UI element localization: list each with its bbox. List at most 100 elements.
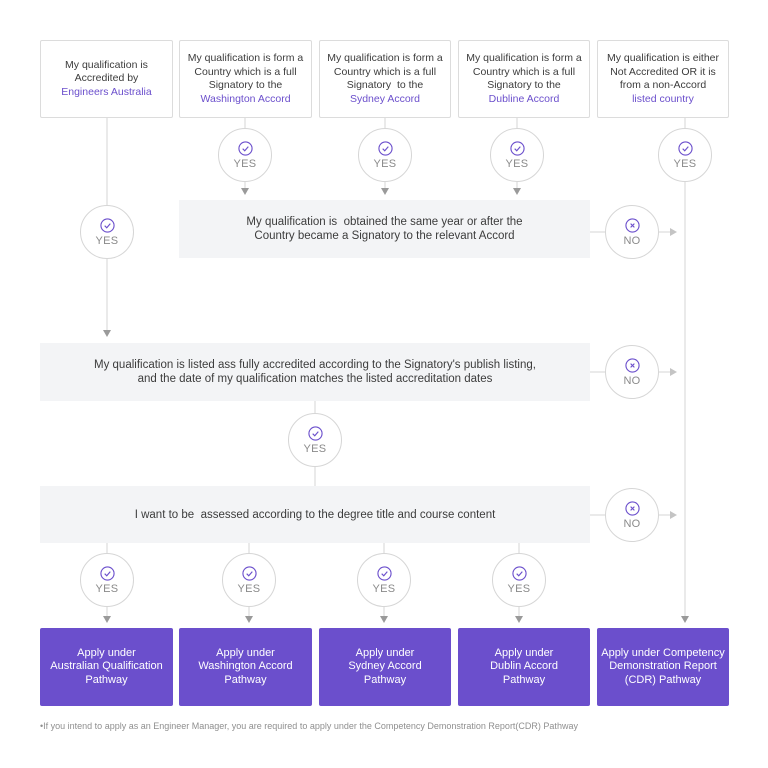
check-circle-icon: [377, 140, 393, 156]
yes-label: YES: [303, 442, 327, 455]
check-circle-icon: [677, 140, 693, 156]
start-box-highlight: Sydney Accord: [349, 92, 421, 105]
outcome-text: Washington Accord: [198, 660, 293, 673]
yes-node: YES: [80, 553, 134, 607]
start-box-highlight: listed country: [632, 92, 694, 105]
arrow-right-icon: [670, 228, 677, 236]
start-box-text: from a non-Accord: [619, 79, 707, 91]
outcome-text: Dublin Accord: [490, 660, 558, 673]
question-box-accredited-listing: My qualification is listed ass fully acc…: [40, 343, 590, 401]
start-box-text: Accredited by: [74, 72, 139, 85]
start-box-non-accord: My qualification is either Not Accredite…: [597, 40, 729, 118]
x-circle-icon: [624, 500, 640, 516]
question-text: My qualification is obtained the same ye…: [246, 216, 523, 228]
start-box-sydney-accord: My qualification is form a Country which…: [319, 40, 451, 118]
arrow-down-icon: [381, 188, 389, 195]
start-box-text: My qualification is form a: [187, 52, 304, 64]
arrow-down-icon: [103, 616, 111, 623]
outcome-sydney-accord: Apply under Sydney Accord Pathway: [319, 628, 451, 706]
outcome-text: Pathway: [85, 673, 128, 686]
outcome-text: Pathway: [502, 673, 546, 686]
no-node: NO: [605, 488, 659, 542]
start-box-text: Country which is a full: [194, 65, 297, 78]
arrow-right-icon: [670, 511, 677, 519]
yes-label: YES: [237, 582, 261, 595]
outcome-text: Apply under: [494, 646, 554, 659]
arrow-down-icon: [515, 616, 523, 623]
outcome-text: Pathway: [363, 673, 407, 686]
footnote: •If you intend to apply as an Engineer M…: [40, 721, 578, 731]
start-box-text: Country which is a full: [472, 65, 576, 78]
yes-label: YES: [95, 234, 119, 247]
check-circle-icon: [376, 565, 392, 581]
question-text: I want to be assessed according to the d…: [134, 508, 496, 521]
x-circle-icon: [624, 357, 640, 373]
yes-node: YES: [218, 128, 272, 182]
start-box-text: Signatory to the: [487, 79, 561, 91]
yes-node: YES: [358, 128, 412, 182]
outcome-text: Apply under: [77, 646, 136, 659]
outcome-text: Sydney Accord: [348, 660, 422, 673]
outcome-text: Demonstration Report: [609, 660, 717, 673]
no-label: NO: [623, 517, 641, 530]
start-box-highlight: Washington Accord: [200, 92, 291, 105]
check-circle-icon: [241, 565, 257, 581]
no-node: NO: [605, 345, 659, 399]
start-box-highlight: Engineers Australia: [61, 85, 152, 98]
check-circle-icon: [99, 217, 115, 233]
yes-node: YES: [490, 128, 544, 182]
yes-node: YES: [80, 205, 134, 259]
outcome-text: Australian Qualification: [50, 660, 163, 673]
yes-label: YES: [507, 582, 531, 595]
outcome-dublin-accord: Apply under Dublin Accord Pathway: [458, 628, 590, 706]
arrow-down-icon: [245, 616, 253, 623]
start-box-text: My qualification is form a: [327, 52, 443, 64]
start-box-text: Signatory to the: [346, 79, 424, 91]
start-box-dublin-accord: My qualification is form a Country which…: [458, 40, 590, 118]
question-text: Country became a Signatory to the releva…: [254, 230, 515, 242]
outcome-text: Apply under Competency: [601, 646, 725, 659]
outcome-text: Pathway: [224, 673, 267, 686]
check-circle-icon: [509, 140, 525, 156]
start-box-washington-accord: My qualification is form a Country which…: [179, 40, 312, 118]
arrow-down-icon: [681, 616, 689, 623]
yes-node: YES: [288, 413, 342, 467]
start-box-text: Signatory to the: [208, 79, 283, 91]
yes-label: YES: [505, 157, 529, 170]
outcome-washington-accord: Apply under Washington Accord Pathway: [179, 628, 312, 706]
yes-label: YES: [673, 157, 697, 170]
yes-label: YES: [373, 157, 397, 170]
outcome-text: Apply under: [216, 646, 275, 659]
arrow-down-icon: [380, 616, 388, 623]
start-box-text: My qualification is form a: [466, 52, 582, 64]
yes-label: YES: [233, 157, 257, 170]
outcome-australian-qualification: Apply under Australian Qualification Pat…: [40, 628, 173, 706]
yes-label: YES: [372, 582, 396, 595]
start-box-text: Not Accredited OR it is: [610, 65, 716, 78]
arrow-down-icon: [241, 188, 249, 195]
yes-label: YES: [95, 582, 119, 595]
arrow-down-icon: [103, 330, 111, 337]
check-circle-icon: [511, 565, 527, 581]
arrow-down-icon: [513, 188, 521, 195]
yes-node: YES: [222, 553, 276, 607]
yes-node: YES: [658, 128, 712, 182]
question-box-degree-title: I want to be assessed according to the d…: [40, 486, 590, 543]
start-box-text: Country which is a full: [333, 65, 437, 78]
arrow-right-icon: [670, 368, 677, 376]
outcome-text: Apply under: [355, 646, 415, 659]
start-box-engineers-australia: My qualification is Accredited by Engine…: [40, 40, 173, 118]
check-circle-icon: [237, 140, 253, 156]
start-box-text: My qualification is either: [606, 52, 720, 64]
outcome-text: (CDR) Pathway: [624, 673, 702, 686]
yes-node: YES: [492, 553, 546, 607]
start-box-highlight: Dubline Accord: [488, 92, 560, 105]
x-circle-icon: [624, 217, 640, 233]
question-box-accord-year: My qualification is obtained the same ye…: [179, 200, 590, 258]
outcome-cdr: Apply under Competency Demonstration Rep…: [597, 628, 729, 706]
question-text: My qualification is listed ass fully acc…: [94, 359, 536, 371]
no-label: NO: [623, 234, 641, 247]
yes-node: YES: [357, 553, 411, 607]
check-circle-icon: [99, 565, 115, 581]
start-box-text: My qualification is: [65, 58, 148, 71]
